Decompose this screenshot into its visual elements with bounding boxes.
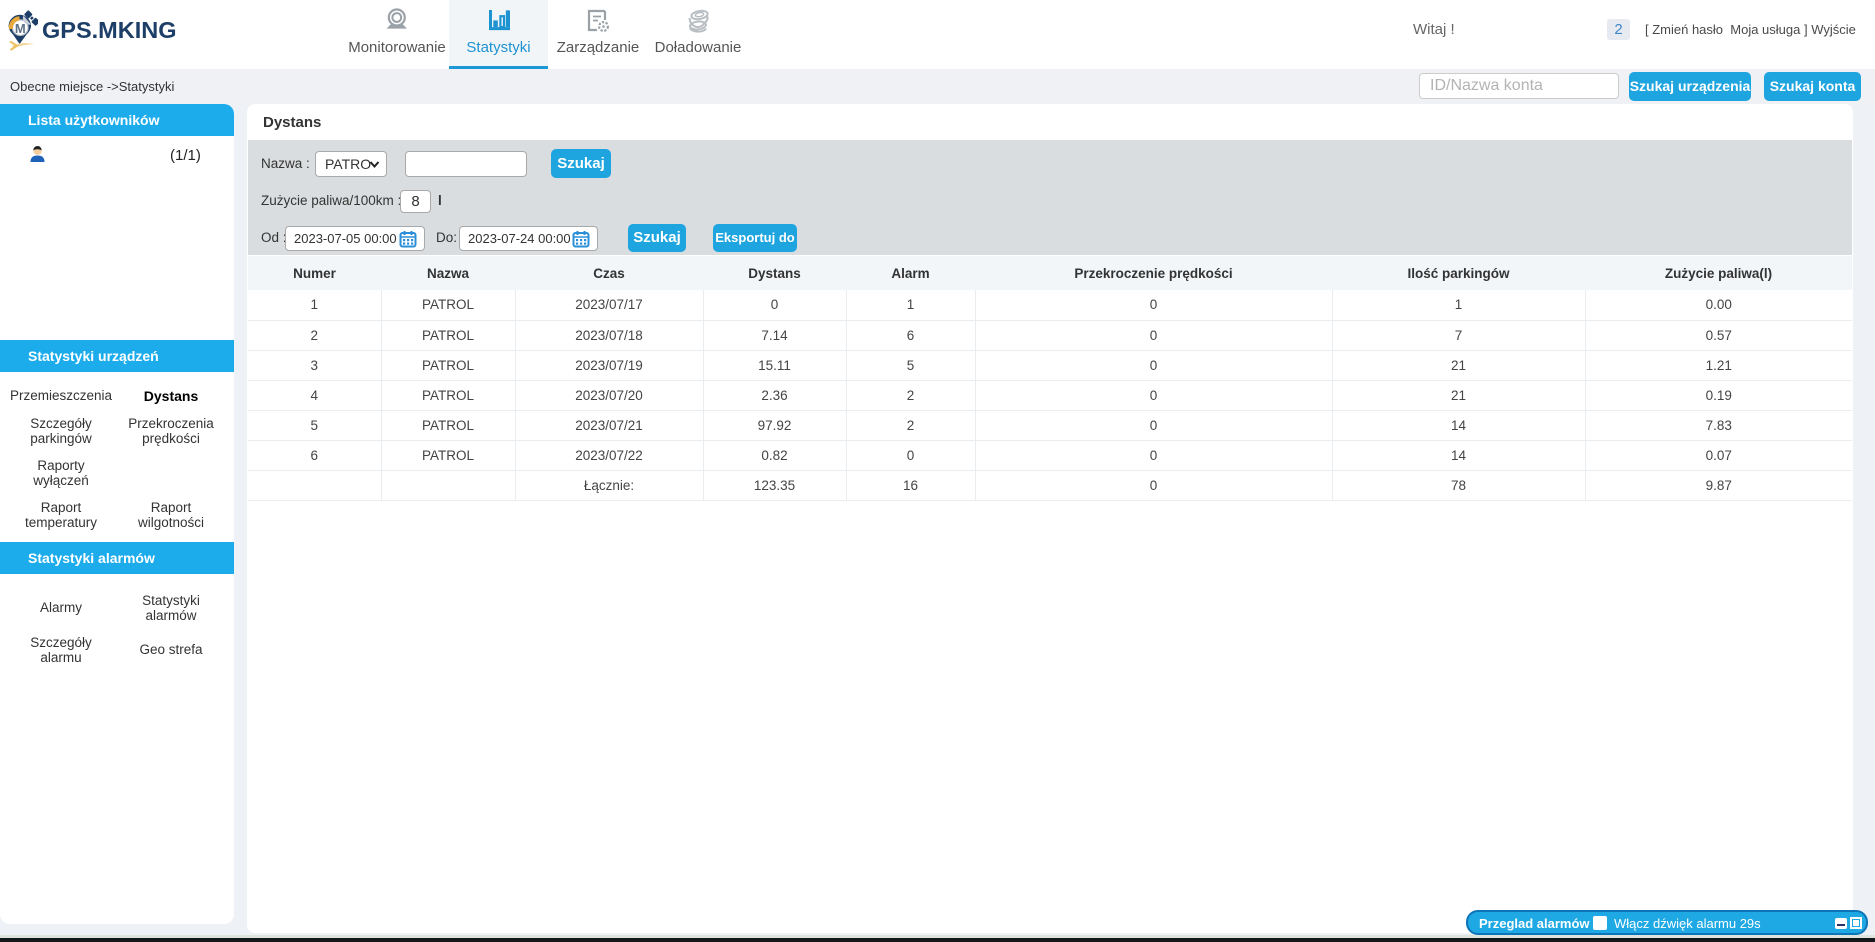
svg-text:M: M xyxy=(15,21,26,36)
